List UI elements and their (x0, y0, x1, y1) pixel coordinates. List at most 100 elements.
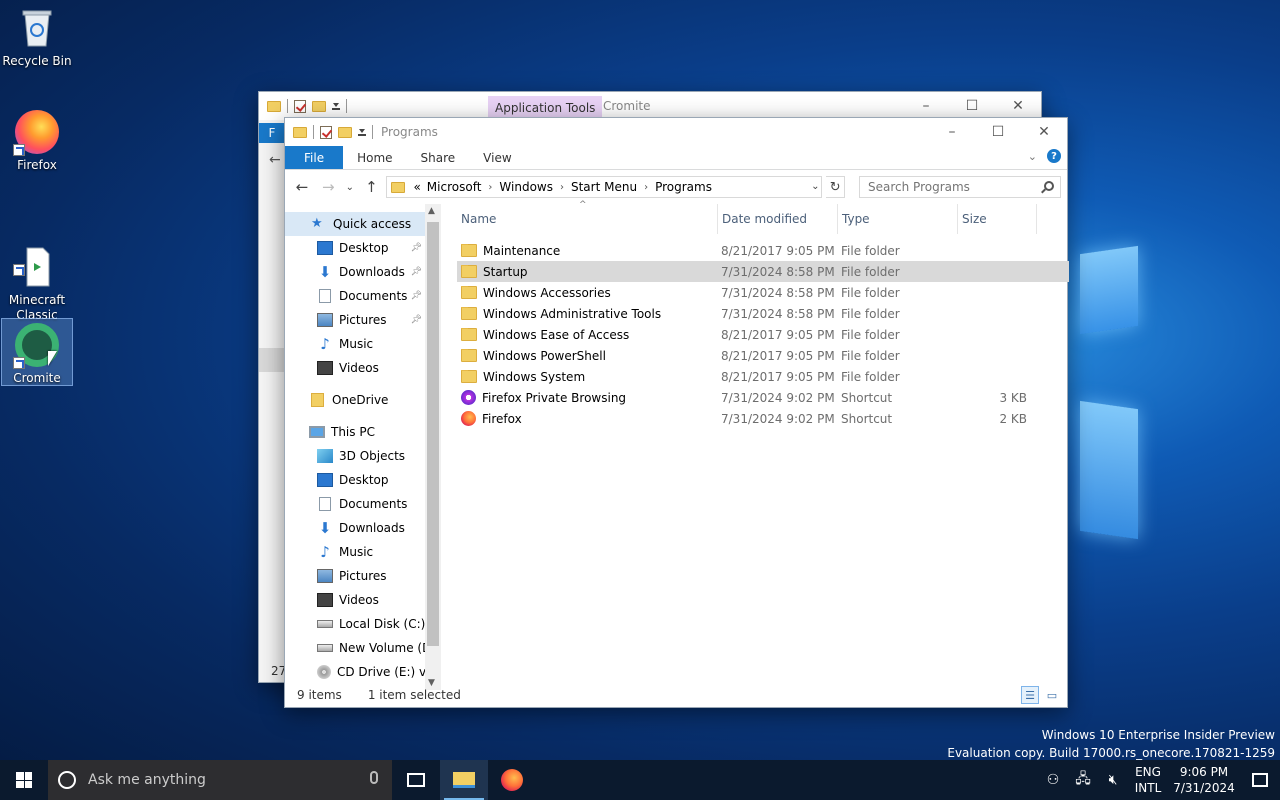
file-row[interactable]: Startup 7/31/2024 8:58 PM File folder (457, 261, 1069, 282)
large-icons-view-button[interactable]: ▭ (1043, 686, 1061, 704)
chevron-down-icon[interactable] (358, 128, 366, 136)
tab-share[interactable]: Share (407, 146, 470, 169)
breadcrumb-start-menu[interactable]: Start Menu (571, 180, 637, 194)
close-button[interactable]: ✕ (1021, 118, 1067, 146)
file-row[interactable]: Maintenance 8/21/2017 9:05 PM File folder (457, 240, 1069, 261)
pin-icon[interactable]: 📌︎ (411, 291, 422, 301)
help-icon[interactable]: ? (1047, 149, 1061, 163)
properties-icon[interactable] (294, 99, 306, 113)
nav-quick-videos[interactable]: Videos (285, 356, 440, 380)
file-row[interactable]: Windows System 8/21/2017 9:05 PM File fold… (457, 366, 1069, 387)
column-name[interactable]: Name (457, 204, 717, 234)
back-arrow-icon[interactable]: ← (269, 152, 281, 168)
nav-pc-pictures[interactable]: Pictures (285, 564, 440, 588)
nav-pc-local-disk-c[interactable]: Local Disk (C:) (285, 612, 440, 636)
volume-muted-icon[interactable]: 🔇︎ (1098, 760, 1128, 800)
search-box[interactable] (859, 176, 1061, 198)
taskbar-file-explorer[interactable] (440, 760, 488, 800)
nav-pc-downloads[interactable]: ⬇ Downloads (285, 516, 440, 540)
file-row[interactable]: Windows Ease of Access 8/21/2017 9:05 PM F… (457, 324, 1069, 345)
properties-icon[interactable] (320, 125, 332, 139)
navigation-pane[interactable]: ★ Quick access Desktop 📌︎ ⬇ Downloads 📌︎… (285, 204, 441, 690)
nav-pc-videos[interactable]: Videos (285, 588, 440, 612)
column-type[interactable]: Type (837, 204, 957, 234)
refresh-button[interactable]: ↻ (826, 176, 845, 198)
expand-ribbon-chevron-icon[interactable]: ⌄ (1028, 150, 1037, 163)
back-button[interactable]: ← (291, 175, 313, 199)
nav-quick-documents[interactable]: Documents 📌︎ (285, 284, 440, 308)
file-row[interactable]: Windows Accessories 7/31/2024 8:58 PM File… (457, 282, 1069, 303)
breadcrumb-separator-icon[interactable]: › (644, 182, 648, 193)
scroll-up-arrow-icon[interactable]: ▲ (428, 206, 435, 216)
desktop-icon-recycle-bin[interactable]: Recycle Bin (1, 6, 73, 76)
minimize-button[interactable]: – (903, 92, 949, 120)
column-date-modified[interactable]: Date modified (717, 204, 837, 234)
action-center-button[interactable] (1240, 760, 1280, 800)
breadcrumb-programs[interactable]: Programs (655, 180, 712, 194)
taskbar-firefox[interactable] (488, 760, 536, 800)
scroll-thumb[interactable] (427, 222, 439, 646)
nav-quick-music[interactable]: ♪ Music (285, 332, 440, 356)
new-folder-icon[interactable] (312, 100, 326, 112)
file-row[interactable]: Firefox Private Browsing 7/31/2024 9:02 P… (457, 387, 1069, 408)
maximize-button[interactable]: ☐ (975, 118, 1021, 146)
nav-pc-desktop[interactable]: Desktop (285, 468, 440, 492)
nav-quick-access[interactable]: ★ Quick access (285, 212, 425, 236)
up-button[interactable]: ↑ (360, 175, 382, 199)
nav-quick-desktop[interactable]: Desktop 📌︎ (285, 236, 440, 260)
nav-pc-new-volume-d[interactable]: New Volume (D: (285, 636, 440, 660)
tab-home[interactable]: Home (343, 146, 406, 169)
forward-button[interactable]: → (317, 175, 339, 199)
breadcrumb-microsoft[interactable]: Microsoft (427, 180, 482, 194)
breadcrumb-separator-icon[interactable]: › (488, 182, 492, 193)
network-icon[interactable]: 🖧︎ (1068, 760, 1098, 800)
minimize-button[interactable]: – (929, 118, 975, 146)
nav-quick-downloads[interactable]: ⬇ Downloads 📌︎ (285, 260, 440, 284)
file-tab[interactable]: F (259, 123, 285, 143)
nav-scrollbar[interactable]: ▲ ▼ (425, 204, 440, 690)
column-size[interactable]: Size (957, 204, 1037, 234)
details-view-button[interactable]: ☰ (1021, 686, 1039, 704)
title-bar[interactable]: Programs – ☐ ✕ (285, 118, 1067, 146)
nav-pc-cd-drive-e[interactable]: CD Drive (E:) virt (285, 660, 440, 684)
chevron-down-icon[interactable] (332, 102, 340, 110)
nav-quick-pictures[interactable]: Pictures 📌︎ (285, 308, 440, 332)
address-dropdown-icon[interactable]: ⌄ (811, 181, 819, 192)
file-row[interactable]: Firefox 7/31/2024 9:02 PM Shortcut 2 KB (457, 408, 1069, 429)
tab-view[interactable]: View (469, 146, 525, 169)
nav-pc-documents[interactable]: Documents (285, 492, 440, 516)
nav-pc-3d-objects[interactable]: 3D Objects (285, 444, 440, 468)
search-input[interactable] (868, 180, 1028, 194)
desktop-icon-minecraft-classic[interactable]: Minecraft Classic (1, 215, 73, 322)
file-row[interactable]: Windows PowerShell 8/21/2017 9:05 PM File … (457, 345, 1069, 366)
explorer-window-programs[interactable]: Programs – ☐ ✕ File Home Share View ⌄ ? … (284, 117, 1069, 708)
address-bar[interactable]: « Microsoft › Windows › Start Menu › Pro… (386, 176, 823, 198)
recent-locations-chevron-icon[interactable]: ⌄ (343, 175, 356, 199)
nav-this-pc[interactable]: This PC (285, 420, 440, 444)
new-folder-icon[interactable] (338, 126, 352, 138)
people-icon[interactable]: ⚇ (1038, 760, 1068, 800)
clock[interactable]: 9:06 PM 7/31/2024 (1168, 764, 1240, 796)
tab-file[interactable]: File (285, 146, 344, 169)
file-list[interactable]: ^ Name Date modified Type Size Maintenan… (457, 200, 1069, 429)
input-language[interactable]: ENG INTL (1128, 764, 1168, 796)
microphone-icon[interactable] (370, 771, 378, 784)
address-overflow[interactable]: « (413, 180, 420, 194)
task-view-button[interactable] (392, 760, 440, 800)
pin-icon[interactable]: 📌︎ (411, 315, 422, 325)
file-row[interactable]: Windows Administrative Tools 7/31/2024 8:… (457, 303, 1069, 324)
breadcrumb-separator-icon[interactable]: › (560, 182, 564, 193)
desktop-icon-cromite[interactable]: Cromite (1, 318, 73, 386)
maximize-button[interactable]: ☐ (949, 92, 995, 120)
breadcrumb-windows[interactable]: Windows (499, 180, 553, 194)
start-button[interactable] (0, 760, 48, 800)
pin-icon[interactable]: 📌︎ (411, 243, 422, 253)
pin-icon[interactable]: 📌︎ (411, 267, 422, 277)
nav-label: Music (339, 337, 374, 351)
cortana-search-box[interactable]: Ask me anything (48, 760, 392, 800)
title-bar[interactable]: Application Tools Cromite – ☐ ✕ (259, 92, 1041, 120)
nav-pc-music[interactable]: ♪ Music (285, 540, 440, 564)
close-button[interactable]: ✕ (995, 92, 1041, 120)
desktop-icon-firefox[interactable]: Firefox (1, 110, 73, 180)
nav-onedrive[interactable]: OneDrive (285, 388, 440, 412)
